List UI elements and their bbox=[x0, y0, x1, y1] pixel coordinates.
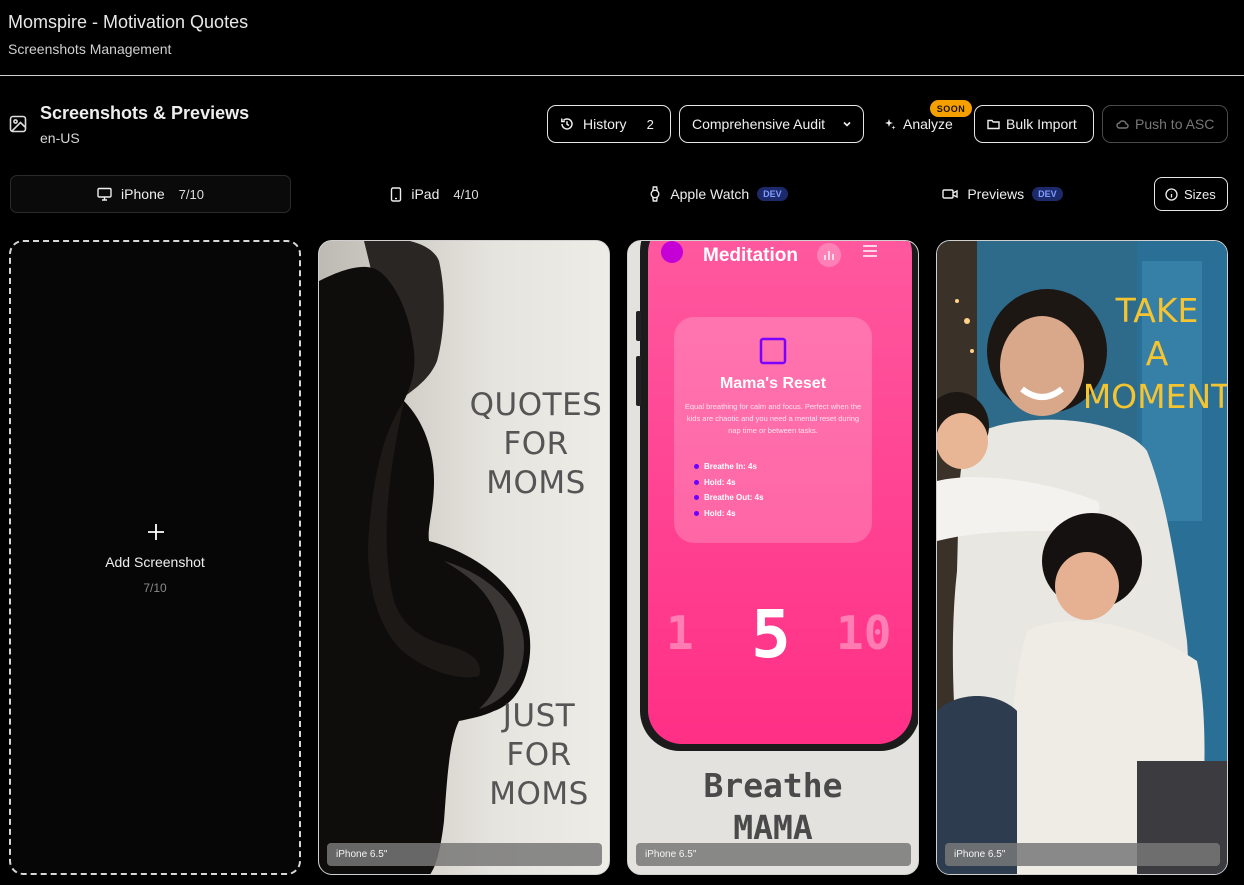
tab-ipad-count: 4/10 bbox=[453, 186, 479, 202]
dev-badge: DEV bbox=[1032, 187, 1063, 201]
section-title: Screenshots & Previews bbox=[40, 103, 250, 123]
add-screenshot-count: 7/10 bbox=[143, 581, 167, 595]
tab-apple-watch-label: Apple Watch bbox=[670, 186, 750, 202]
soon-badge: SOON bbox=[930, 100, 972, 117]
tab-iphone-label: iPhone bbox=[121, 186, 165, 202]
watch-icon bbox=[650, 186, 660, 202]
screenshot-card[interactable]: TAKE A MOMENT iPhone 6.5" bbox=[936, 240, 1228, 875]
shot-1-text-bottom: JUST FOR MOMS bbox=[485, 697, 593, 814]
chevron-down-icon bbox=[843, 121, 851, 127]
screenshot-caption: iPhone 6.5" bbox=[327, 843, 602, 866]
add-screenshot-label: Add Screenshot bbox=[105, 554, 205, 570]
shot-1-text-top: QUOTES FOR MOMS bbox=[469, 386, 603, 503]
shot-1-text-line: MOMS bbox=[486, 465, 586, 501]
screenshot-card[interactable]: Meditation Mama's Reset Equal breathing … bbox=[627, 240, 919, 875]
screenshot-card[interactable]: QUOTES FOR MOMS JUST FOR MOMS iPhone 6.5… bbox=[318, 240, 610, 875]
shot-1-text-line: FOR bbox=[503, 426, 569, 462]
tab-iphone[interactable]: iPhone 7/10 bbox=[10, 175, 291, 213]
sizes-label: Sizes bbox=[1184, 186, 1216, 202]
screenshot-caption: iPhone 6.5" bbox=[636, 843, 911, 866]
shot-3-text-line: MOMENT bbox=[1082, 377, 1228, 416]
shot-3-text-line: A bbox=[1145, 334, 1169, 373]
shot-1-text-line: MOMS bbox=[489, 776, 589, 812]
push-to-asc-label: Push to ASC bbox=[1135, 116, 1215, 132]
shot-3-text: TAKE A MOMENT bbox=[1077, 289, 1228, 418]
app-title: Momspire - Motivation Quotes bbox=[8, 12, 249, 32]
tab-previews-label: Previews bbox=[967, 186, 1025, 202]
monitor-icon bbox=[97, 187, 112, 201]
counter-main: 5 bbox=[751, 596, 791, 673]
bulk-import-button[interactable]: Bulk Import bbox=[974, 105, 1094, 143]
breathing-step: Breathe In: 4s bbox=[694, 462, 764, 478]
card-description: Equal breathing for calm and focus. Perf… bbox=[684, 402, 862, 435]
tab-previews[interactable]: Previews DEV bbox=[862, 175, 1143, 213]
screenshot-caption: iPhone 6.5" bbox=[945, 843, 1220, 866]
history-icon bbox=[561, 118, 573, 130]
breathing-step: Hold: 4s bbox=[694, 478, 764, 494]
counter-next: 10 bbox=[836, 606, 892, 660]
app-header: Momspire - Motivation Quotes Screenshots… bbox=[0, 0, 1244, 76]
audit-select-value: Comprehensive Audit bbox=[692, 116, 826, 132]
shot-3-text-line: TAKE bbox=[1115, 291, 1199, 330]
breathing-step: Hold: 4s bbox=[694, 509, 764, 525]
add-screenshot-card[interactable]: Add Screenshot 7/10 bbox=[9, 240, 301, 875]
meditation-title: Meditation bbox=[703, 245, 798, 266]
audit-select[interactable]: Comprehensive Audit bbox=[679, 105, 864, 143]
shot-1-text-line: QUOTES bbox=[469, 387, 603, 423]
tab-ipad[interactable]: iPad 4/10 bbox=[294, 175, 575, 213]
bulk-import-label: Bulk Import bbox=[1006, 116, 1077, 132]
info-icon bbox=[1165, 187, 1178, 201]
shot-1-text-line: FOR bbox=[506, 737, 572, 773]
tab-apple-watch[interactable]: Apple Watch DEV bbox=[578, 175, 859, 213]
video-icon bbox=[942, 189, 959, 199]
push-to-asc-button[interactable]: Push to ASC bbox=[1102, 105, 1228, 143]
history-label: History bbox=[583, 116, 627, 132]
section-locale: en-US bbox=[40, 130, 80, 146]
history-count: 2 bbox=[646, 116, 654, 132]
breathing-steps: Breathe In: 4s Hold: 4s Breathe Out: 4s … bbox=[694, 462, 764, 524]
image-icon bbox=[9, 115, 27, 133]
card-title: Mama's Reset bbox=[719, 375, 827, 392]
device-tabs: iPhone 7/10 iPad 4/10 Apple Watch DEV Pr… bbox=[10, 175, 1144, 213]
sparkles-icon bbox=[885, 118, 896, 129]
shot-1-text-line: JUST bbox=[502, 698, 576, 734]
folder-icon bbox=[987, 119, 1000, 130]
history-button[interactable]: History 2 bbox=[547, 105, 671, 143]
plus-icon bbox=[148, 524, 164, 540]
breathing-step: Breathe Out: 4s bbox=[694, 493, 764, 509]
sizes-button[interactable]: Sizes bbox=[1154, 177, 1228, 211]
tablet-icon bbox=[391, 186, 402, 202]
tab-iphone-count: 7/10 bbox=[178, 186, 204, 202]
counter-prev: 1 bbox=[666, 606, 694, 660]
analyze-label: Analyze bbox=[903, 116, 953, 132]
shot-2-text-line: Breathe bbox=[703, 766, 843, 805]
app-subtitle: Screenshots Management bbox=[8, 41, 172, 57]
shot-2-footer-text: Breathe MAMA bbox=[628, 765, 918, 849]
dev-badge: DEV bbox=[757, 187, 788, 201]
tab-ipad-label: iPad bbox=[411, 186, 440, 202]
cloud-icon bbox=[1116, 120, 1129, 129]
